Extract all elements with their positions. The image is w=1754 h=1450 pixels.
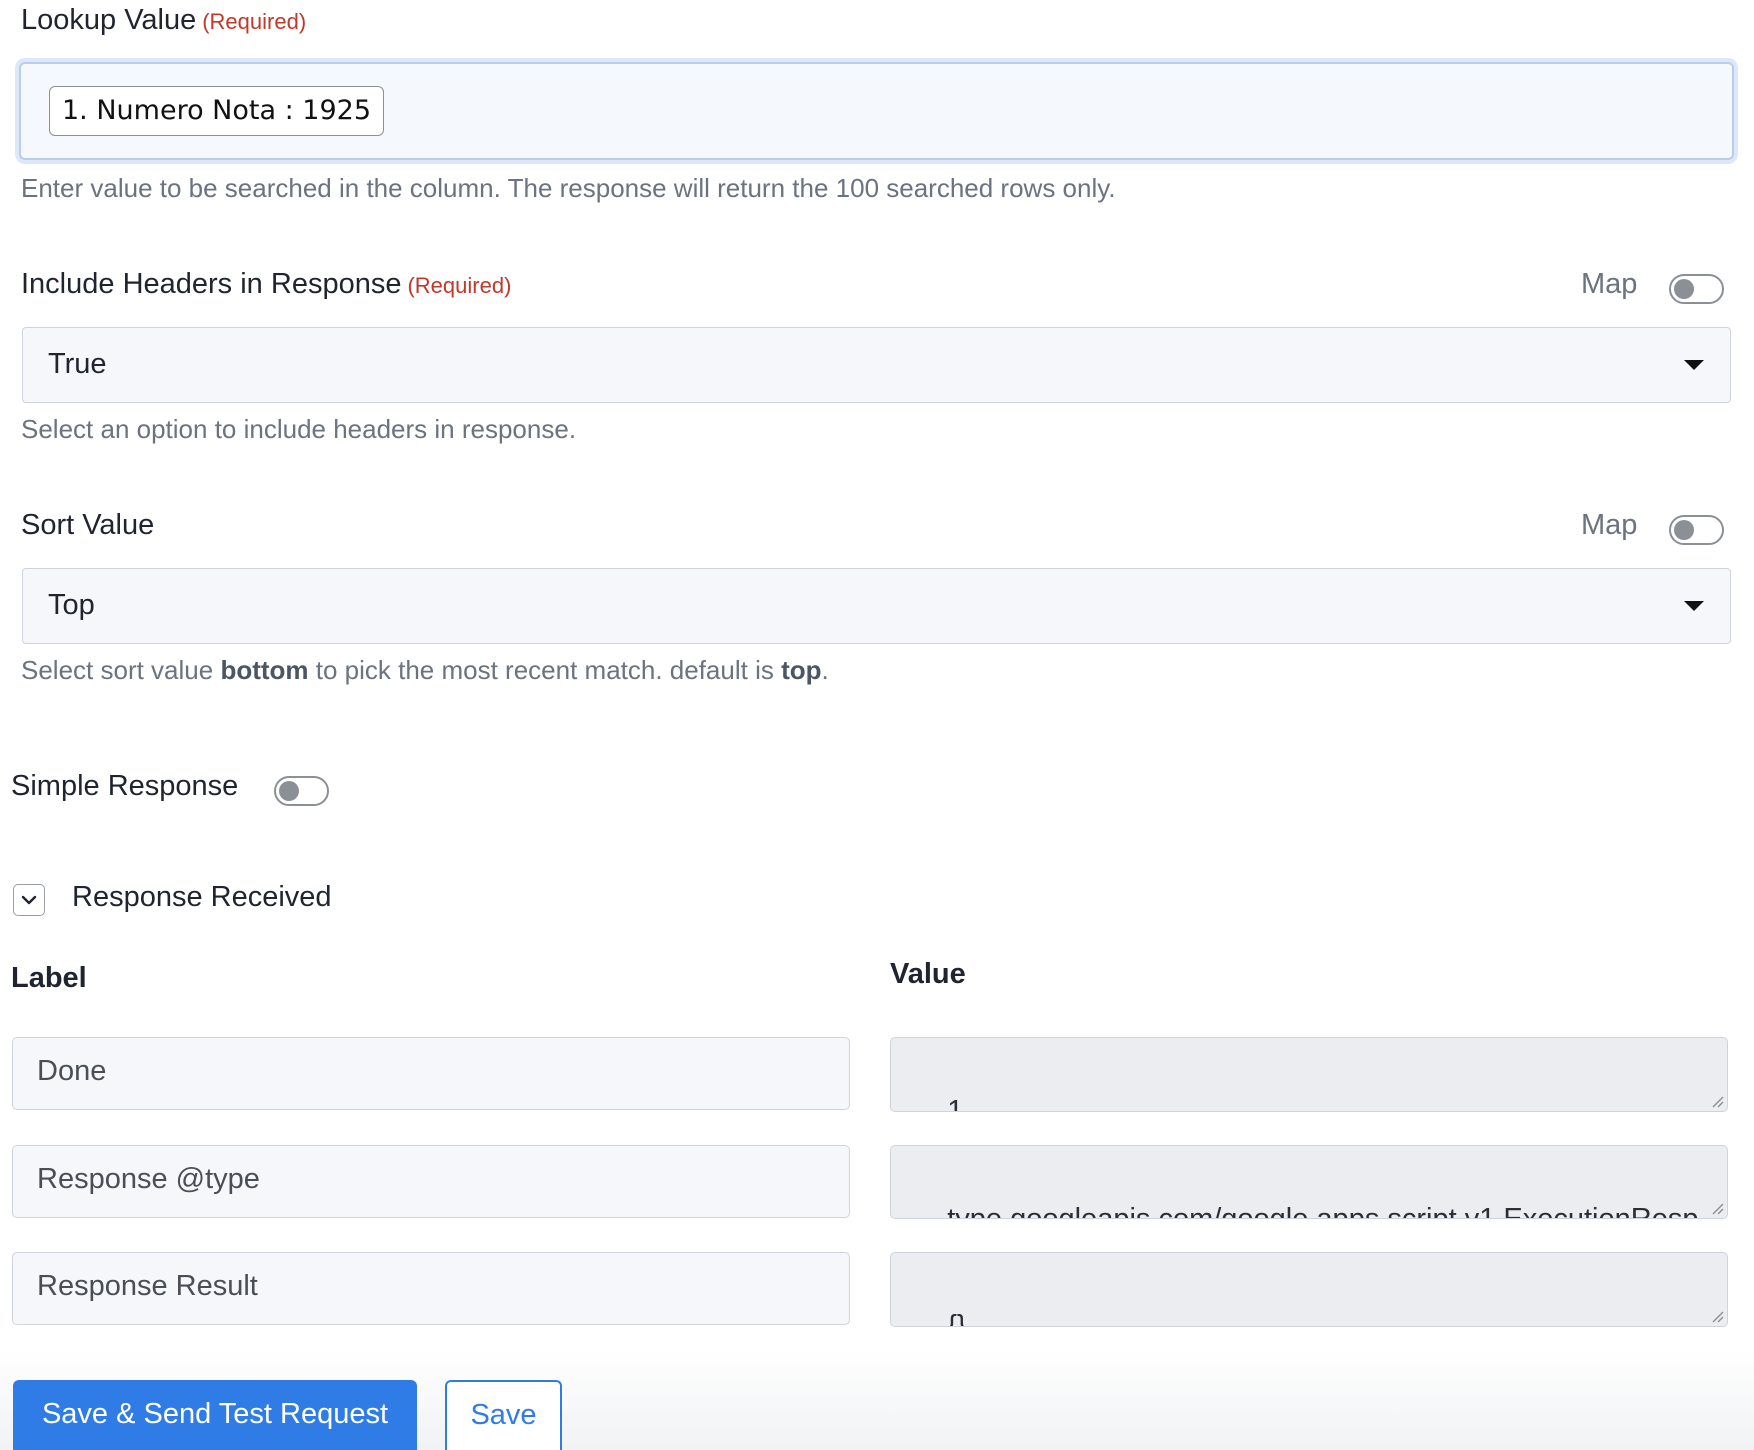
response-label-field[interactable]: Response @type [12,1145,850,1218]
sort-value-label: Sort Value [21,509,155,541]
save-and-send-test-request-button[interactable]: Save & Send Test Request [13,1380,417,1450]
sort-value-map-toggle[interactable] [1669,515,1724,545]
include-headers-map-label: Map [1581,268,1638,300]
sort-value-map-label: Map [1581,509,1638,541]
label-column-header: Label [11,962,87,994]
sort-value-hint: Select sort value bottom to pick the mos… [21,655,829,686]
save-button[interactable]: Save [445,1380,562,1450]
response-collapse-button[interactable] [13,884,45,916]
response-value-field[interactable]: 1 [890,1037,1728,1112]
response-value-text: 1 [947,1095,964,1112]
response-label-field[interactable]: Response Result [12,1252,850,1325]
hint-bold-bottom: bottom [220,655,309,685]
sort-value-select[interactable]: Top [22,568,1731,644]
hint-text: Select sort value [21,655,221,685]
resize-grip-icon[interactable] [1710,1201,1724,1215]
mapped-field-token[interactable]: 1. Numero Nota : 1925 [49,86,384,136]
lookup-value-label: Lookup Value (Required) [21,4,306,37]
caret-down-icon [1684,360,1704,370]
lookup-value-label-text: Lookup Value [21,4,197,36]
resize-grip-icon[interactable] [1710,1309,1724,1323]
sort-value-selected: Top [48,589,95,621]
include-headers-hint: Select an option to include headers in r… [21,414,577,444]
required-marker: (Required) [202,9,307,34]
include-headers-label-text: Include Headers in Response [21,268,402,300]
chevron-down-icon [21,895,37,905]
response-value-text: {} [947,1310,967,1327]
lookup-value-hint: Enter value to be searched in the column… [21,173,1116,203]
toggle-knob [1674,279,1694,299]
toggle-knob [1674,520,1694,540]
response-value-text: type.googleapis.com/google.apps.script.v… [947,1203,1699,1219]
toggle-knob [279,781,299,801]
simple-response-label: Simple Response [11,770,239,802]
lookup-value-input[interactable]: 1. Numero Nota : 1925 [19,62,1734,160]
hint-bold-top: top [781,655,822,685]
include-headers-map-toggle[interactable] [1669,274,1724,304]
step-config-form: Lookup Value (Required) 1. Numero Nota : … [0,0,1754,1450]
response-value-field[interactable]: {} [890,1252,1728,1327]
resize-grip-icon[interactable] [1710,1094,1724,1108]
response-value-field[interactable]: type.googleapis.com/google.apps.script.v… [890,1145,1728,1219]
include-headers-selected: True [48,348,107,380]
hint-text: to pick the most recent match. default i… [308,655,782,685]
caret-down-icon [1684,601,1704,611]
simple-response-toggle[interactable] [274,776,329,806]
include-headers-label: Include Headers in Response (Required) [21,268,511,301]
response-label-field[interactable]: Done [12,1037,850,1110]
required-marker: (Required) [407,273,512,298]
value-column-header: Value [890,958,966,990]
response-received-title: Response Received [72,881,332,913]
include-headers-select[interactable]: True [22,327,1731,403]
hint-text: . [821,655,829,685]
